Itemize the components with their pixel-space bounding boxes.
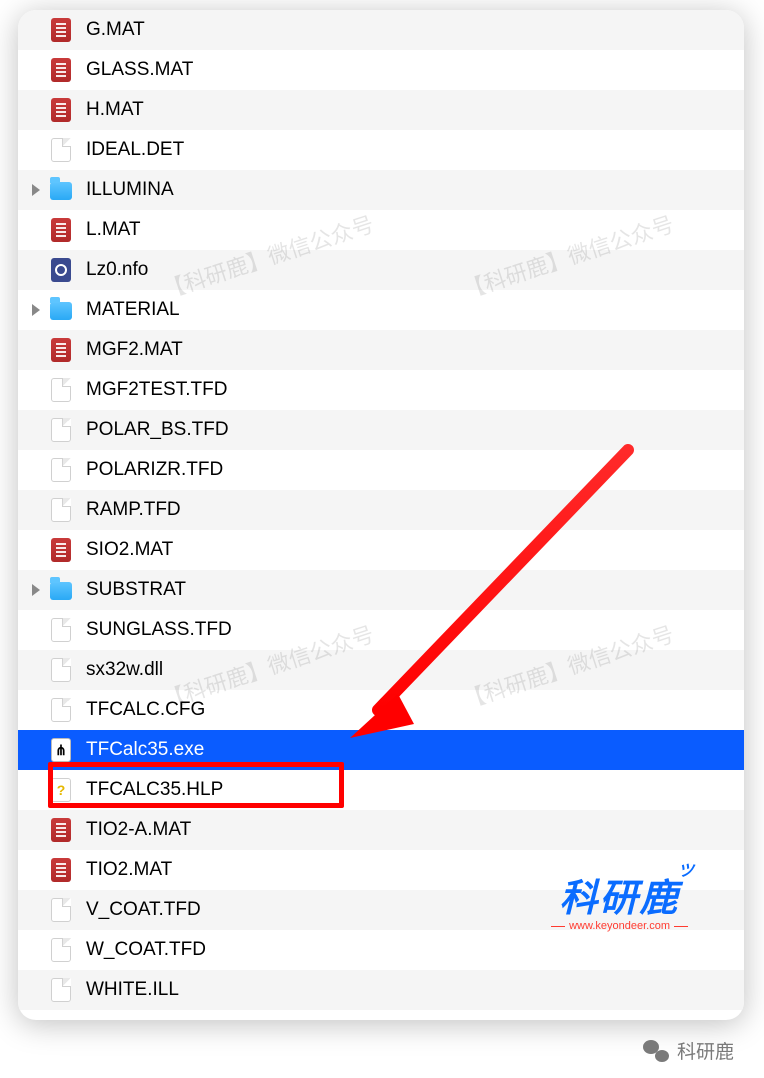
generic-file-icon [50, 897, 72, 923]
brand-name: 科研鹿 ツ [551, 867, 688, 922]
file-row[interactable]: GLASS.MAT [18, 50, 744, 90]
generic-file-icon [50, 617, 72, 643]
folder-icon [50, 577, 72, 603]
file-row[interactable]: POLAR_BS.TFD [18, 410, 744, 450]
generic-file-icon [50, 377, 72, 403]
file-name-label: L.MAT [86, 219, 141, 241]
generic-file-icon [50, 417, 72, 443]
file-row[interactable]: TIO2-A.MAT [18, 810, 744, 850]
file-row[interactable]: MGF2.MAT [18, 330, 744, 370]
file-row[interactable]: POLARIZR.TFD [18, 450, 744, 490]
file-name-label: POLARIZR.TFD [86, 459, 223, 481]
help-file-icon: ? [50, 777, 72, 803]
file-row[interactable]: TFCALC.CFG [18, 690, 744, 730]
access-file-icon [50, 17, 72, 43]
file-row[interactable]: H.MAT [18, 90, 744, 130]
file-list-window: G.MAT GLASS.MAT H.MAT IDEAL.DET ILLUMINA L.MA… [18, 10, 744, 1020]
generic-file-icon [50, 937, 72, 963]
file-name-label: GLASS.MAT [86, 59, 193, 81]
file-name-label: V_COAT.TFD [86, 899, 201, 921]
generic-file-icon [50, 657, 72, 683]
generic-file-icon [50, 137, 72, 163]
file-row[interactable]: WHITE.ILL [18, 970, 744, 1010]
file-name-label: SIO2.MAT [86, 539, 173, 561]
generic-file-icon [50, 457, 72, 483]
file-row[interactable]: ⋔ TFCalc35.exe [18, 730, 744, 770]
exe-file-icon: ⋔ [50, 737, 72, 763]
file-name-label: G.MAT [86, 19, 145, 41]
wechat-icon [643, 1040, 669, 1062]
footer-credit: 科研鹿 [643, 1037, 734, 1064]
file-row[interactable]: SIO2.MAT [18, 530, 744, 570]
disclosure-chevron-icon[interactable] [32, 304, 40, 316]
access-file-icon [50, 57, 72, 83]
file-row[interactable]: sx32w.dll [18, 650, 744, 690]
file-name-label: TFCalc35.exe [86, 739, 204, 761]
access-file-icon [50, 537, 72, 563]
file-name-label: IDEAL.DET [86, 139, 184, 161]
file-row[interactable]: MGF2TEST.TFD [18, 370, 744, 410]
access-file-icon [50, 857, 72, 883]
file-name-label: TIO2.MAT [86, 859, 172, 881]
footer-label: 科研鹿 [677, 1037, 734, 1064]
folder-icon [50, 297, 72, 323]
file-name-label: MGF2.MAT [86, 339, 183, 361]
access-file-icon [50, 217, 72, 243]
generic-file-icon [50, 697, 72, 723]
nfo-file-icon [50, 257, 72, 283]
antler-icon: ツ [678, 857, 696, 881]
file-name-label: WHITE.ILL [86, 979, 179, 1001]
disclosure-chevron-icon[interactable] [32, 584, 40, 596]
brand-watermark: 科研鹿 ツ www.keyondeer.com [551, 867, 688, 932]
folder-row[interactable]: MATERIAL [18, 290, 744, 330]
file-name-label: Lz0.nfo [86, 259, 148, 281]
file-name-label: W_COAT.TFD [86, 939, 206, 961]
file-name-label: TFCALC35.HLP [86, 779, 223, 801]
file-name-label: ILLUMINA [86, 179, 174, 201]
file-row[interactable]: G.MAT [18, 10, 744, 50]
file-name-label: TIO2-A.MAT [86, 819, 191, 841]
generic-file-icon [50, 977, 72, 1003]
folder-row[interactable]: SUBSTRAT [18, 570, 744, 610]
folder-icon [50, 177, 72, 203]
file-row[interactable]: L.MAT [18, 210, 744, 250]
file-name-label: SUNGLASS.TFD [86, 619, 232, 641]
access-file-icon [50, 97, 72, 123]
file-name-label: TFCALC.CFG [86, 699, 205, 721]
file-name-label: RAMP.TFD [86, 499, 181, 521]
file-list[interactable]: G.MAT GLASS.MAT H.MAT IDEAL.DET ILLUMINA L.MA… [18, 10, 744, 1010]
file-row[interactable]: IDEAL.DET [18, 130, 744, 170]
folder-row[interactable]: ILLUMINA [18, 170, 744, 210]
file-name-label: POLAR_BS.TFD [86, 419, 229, 441]
file-name-label: SUBSTRAT [86, 579, 186, 601]
file-row[interactable]: RAMP.TFD [18, 490, 744, 530]
generic-file-icon [50, 497, 72, 523]
file-row[interactable]: Lz0.nfo [18, 250, 744, 290]
file-name-label: MGF2TEST.TFD [86, 379, 227, 401]
access-file-icon [50, 817, 72, 843]
disclosure-chevron-icon[interactable] [32, 184, 40, 196]
file-name-label: MATERIAL [86, 299, 180, 321]
access-file-icon [50, 337, 72, 363]
file-name-label: sx32w.dll [86, 659, 163, 681]
file-name-label: H.MAT [86, 99, 144, 121]
file-row[interactable]: W_COAT.TFD [18, 930, 744, 970]
file-row[interactable]: ? TFCALC35.HLP [18, 770, 744, 810]
file-row[interactable]: SUNGLASS.TFD [18, 610, 744, 650]
